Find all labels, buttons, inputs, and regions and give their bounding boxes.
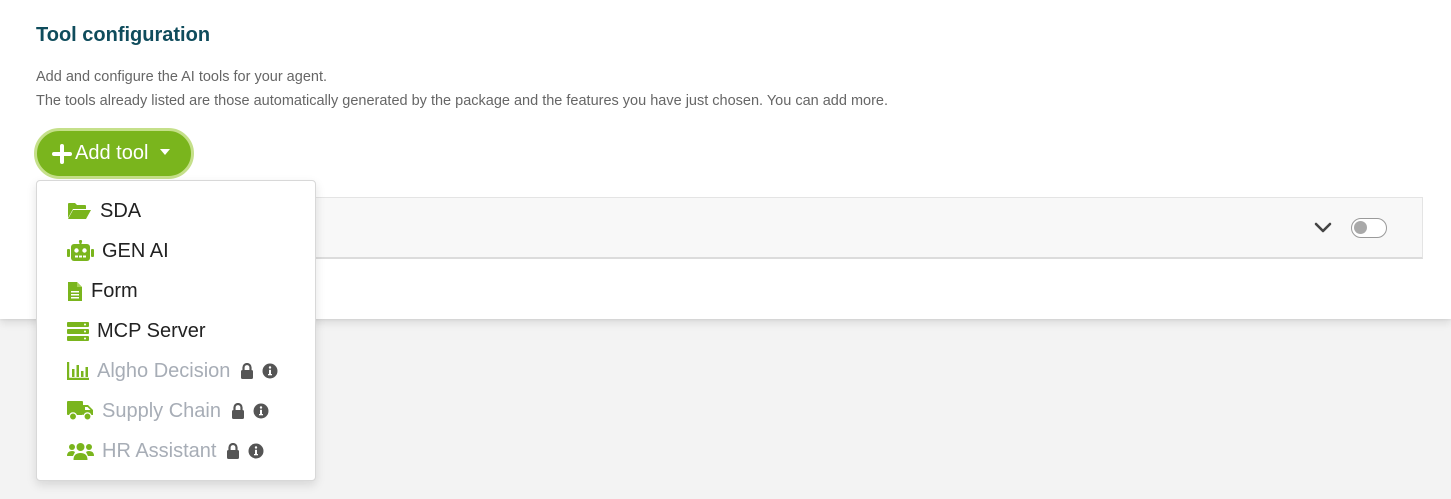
page: Tool configuration Add and configure the…: [0, 0, 1451, 499]
robot-icon: [67, 240, 94, 262]
chevron-down-icon[interactable]: [1313, 219, 1333, 237]
file-icon: [67, 281, 83, 302]
lock-icon: [226, 442, 240, 460]
menu-item-algho-decision[interactable]: Algho Decision: [37, 351, 315, 391]
chart-bar-icon: [67, 362, 89, 380]
folder-open-icon: [67, 202, 92, 220]
menu-item-supply-chain[interactable]: Supply Chain: [37, 391, 315, 431]
lock-icon: [240, 362, 254, 380]
menu-item-label: Form: [91, 279, 138, 302]
server-icon: [67, 321, 89, 341]
menu-item-mcp-server[interactable]: MCP Server: [37, 311, 315, 351]
plus-icon: [52, 143, 72, 164]
menu-item-form[interactable]: Form: [37, 271, 315, 311]
menu-item-label: Supply Chain: [102, 399, 221, 422]
menu-item-label: GEN AI: [102, 239, 169, 262]
menu-item-hr-assistant[interactable]: HR Assistant: [37, 431, 315, 471]
caret-down-icon: [160, 149, 171, 155]
menu-item-label: MCP Server: [97, 319, 206, 342]
add-tool-label: Add tool: [75, 142, 149, 164]
users-icon: [67, 442, 94, 460]
lock-icon: [231, 402, 245, 420]
toggle-knob: [1354, 221, 1367, 234]
menu-item-label: HR Assistant: [102, 439, 217, 462]
add-tool-dropdown-menu: SDA GEN AI Form MCP Server Algho Decisio…: [36, 180, 316, 481]
menu-item-gen-ai[interactable]: GEN AI: [37, 231, 315, 271]
menu-item-sda[interactable]: SDA: [37, 191, 315, 231]
info-icon[interactable]: [248, 443, 264, 459]
tool-enable-toggle[interactable]: [1351, 218, 1387, 238]
description-line-2: The tools already listed are those autom…: [36, 93, 889, 109]
section-title: Tool configuration: [36, 24, 211, 46]
truck-icon: [67, 401, 94, 421]
section-description: Add and configure the AI tools for your …: [36, 65, 888, 113]
info-icon[interactable]: [262, 363, 278, 379]
description-line-1: Add and configure the AI tools for your …: [36, 69, 327, 85]
info-icon[interactable]: [253, 403, 269, 419]
menu-item-label: SDA: [100, 199, 142, 222]
add-tool-button[interactable]: Add tool: [34, 128, 194, 179]
menu-item-label: Algho Decision: [97, 359, 231, 382]
